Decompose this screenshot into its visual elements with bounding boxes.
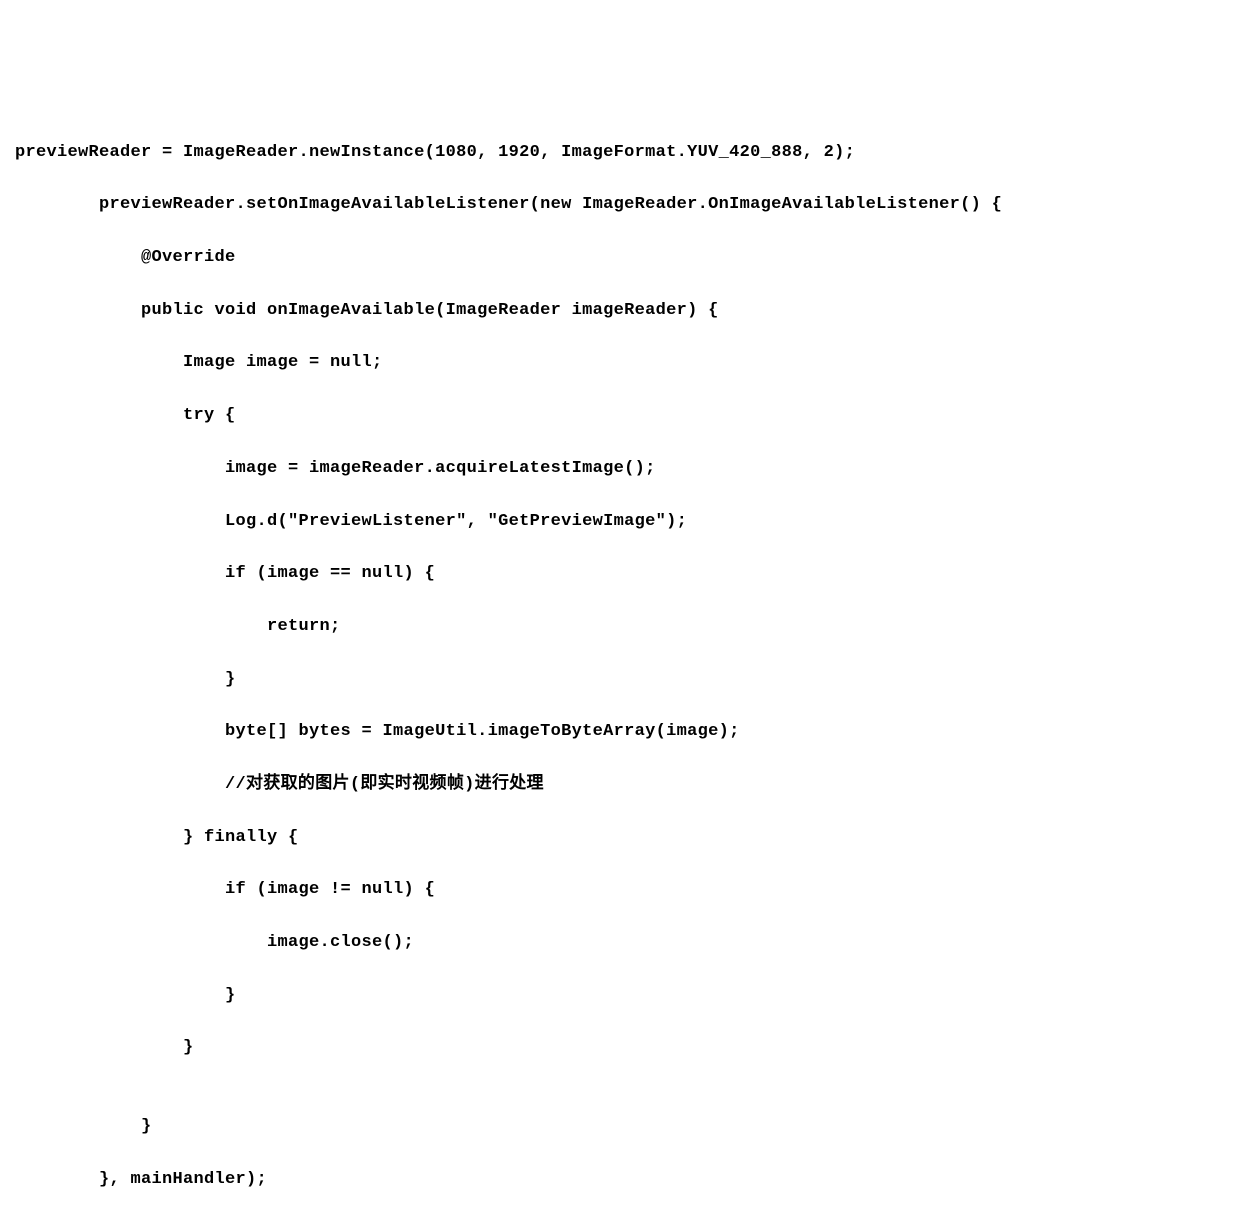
code-line: return; — [15, 614, 1225, 640]
code-line: image.close(); — [15, 930, 1225, 956]
code-line: try { — [15, 403, 1225, 429]
code-line: } finally { — [15, 825, 1225, 851]
code-line: Image image = null; — [15, 350, 1225, 376]
code-block: previewReader = ImageReader.newInstance(… — [15, 113, 1225, 1219]
code-line: } — [15, 667, 1225, 693]
code-line: if (image == null) { — [15, 561, 1225, 587]
code-line: previewReader.setOnImageAvailableListene… — [15, 192, 1225, 218]
code-line: Log.d("PreviewListener", "GetPreviewImag… — [15, 509, 1225, 535]
code-line: image = imageReader.acquireLatestImage()… — [15, 456, 1225, 482]
code-line: byte[] bytes = ImageUtil.imageToByteArra… — [15, 719, 1225, 745]
code-line: public void onImageAvailable(ImageReader… — [15, 298, 1225, 324]
code-line: if (image != null) { — [15, 877, 1225, 903]
code-line: previewReader = ImageReader.newInstance(… — [15, 140, 1225, 166]
code-line: }, mainHandler); — [15, 1167, 1225, 1193]
code-line: @Override — [15, 245, 1225, 271]
code-line: } — [15, 1114, 1225, 1140]
code-line: } — [15, 1035, 1225, 1061]
code-line: } — [15, 983, 1225, 1009]
code-line: //对获取的图片(即实时视频帧)进行处理 — [15, 772, 1225, 798]
